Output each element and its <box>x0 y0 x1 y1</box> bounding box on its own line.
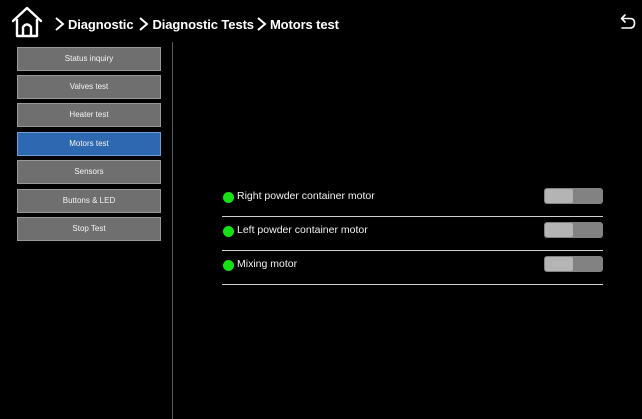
motor-row-right-powder: Right powder container motor <box>222 182 603 217</box>
status-indicator <box>223 226 234 237</box>
mixing-motor-toggle[interactable] <box>544 256 603 272</box>
sidebar-item-buttons-led[interactable]: Buttons & LED <box>17 189 161 213</box>
sidebar-item-status-inquiry[interactable]: Status inquiry <box>17 47 161 71</box>
motor-label: Right powder container motor <box>237 190 375 202</box>
sidebar-item-stop-test[interactable]: Stop Test <box>17 217 161 241</box>
motor-label: Mixing motor <box>237 258 298 270</box>
motor-row-mixing: Mixing motor <box>222 250 603 285</box>
back-arrow-icon[interactable] <box>620 13 636 31</box>
breadcrumb-diagnostic-tests[interactable]: Diagnostic Tests <box>152 17 254 32</box>
breadcrumb: Diagnostic Diagnostic Tests Motors test <box>52 14 339 34</box>
status-indicator <box>223 192 234 203</box>
sidebar-item-sensors[interactable]: Sensors <box>17 160 161 184</box>
motor-label: Left powder container motor <box>237 224 368 236</box>
right-powder-motor-toggle[interactable] <box>544 188 603 204</box>
sidebar: Status inquiry Valves test Heater test M… <box>0 42 173 419</box>
home-icon[interactable] <box>10 6 44 38</box>
chevron-right-icon <box>55 17 65 31</box>
toggle-knob <box>545 223 573 237</box>
status-indicator <box>223 260 234 271</box>
motor-row-left-powder: Left powder container motor <box>222 216 603 251</box>
sidebar-item-valves-test[interactable]: Valves test <box>17 75 161 99</box>
breadcrumb-diagnostic[interactable]: Diagnostic <box>68 17 134 32</box>
motor-test-panel: Right powder container motor Left powder… <box>173 42 642 419</box>
top-bar: Diagnostic Diagnostic Tests Motors test <box>0 0 642 42</box>
toggle-knob <box>545 189 573 203</box>
sidebar-item-motors-test[interactable]: Motors test <box>17 132 161 156</box>
chevron-right-icon <box>139 17 150 31</box>
toggle-knob <box>545 257 573 271</box>
sidebar-item-heater-test[interactable]: Heater test <box>17 103 161 127</box>
chevron-right-icon <box>257 17 267 31</box>
left-powder-motor-toggle[interactable] <box>544 222 603 238</box>
breadcrumb-motors-test: Motors test <box>269 16 339 32</box>
